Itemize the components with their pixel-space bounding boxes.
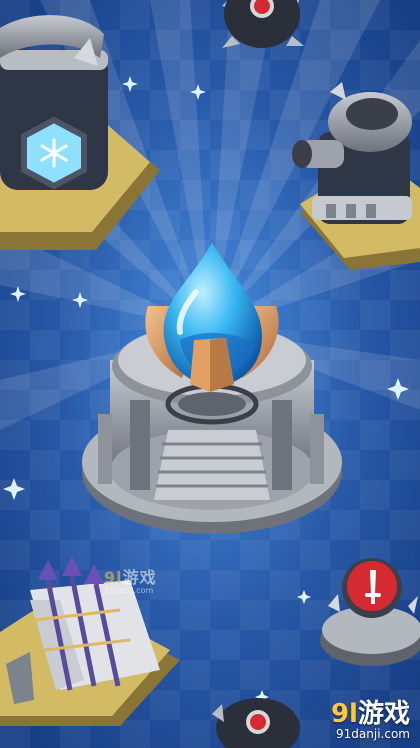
- watermark-domain: 91danji.com: [104, 586, 154, 595]
- watermark-brand-text: 游戏: [357, 699, 410, 729]
- watermark-brand-number: 9l: [330, 699, 358, 729]
- spiked-orb-top[interactable]: [222, 0, 304, 48]
- watermark-domain: 91danji.com: [336, 727, 410, 741]
- watermark-corner: 9l游戏 91danji.com: [331, 700, 410, 740]
- watermark-center: 9l游戏 91danji.com: [104, 564, 157, 595]
- watermark-brand-text: 游戏: [122, 568, 157, 587]
- game-scene: [0, 0, 420, 748]
- watermark-brand-number: 9l: [104, 568, 123, 587]
